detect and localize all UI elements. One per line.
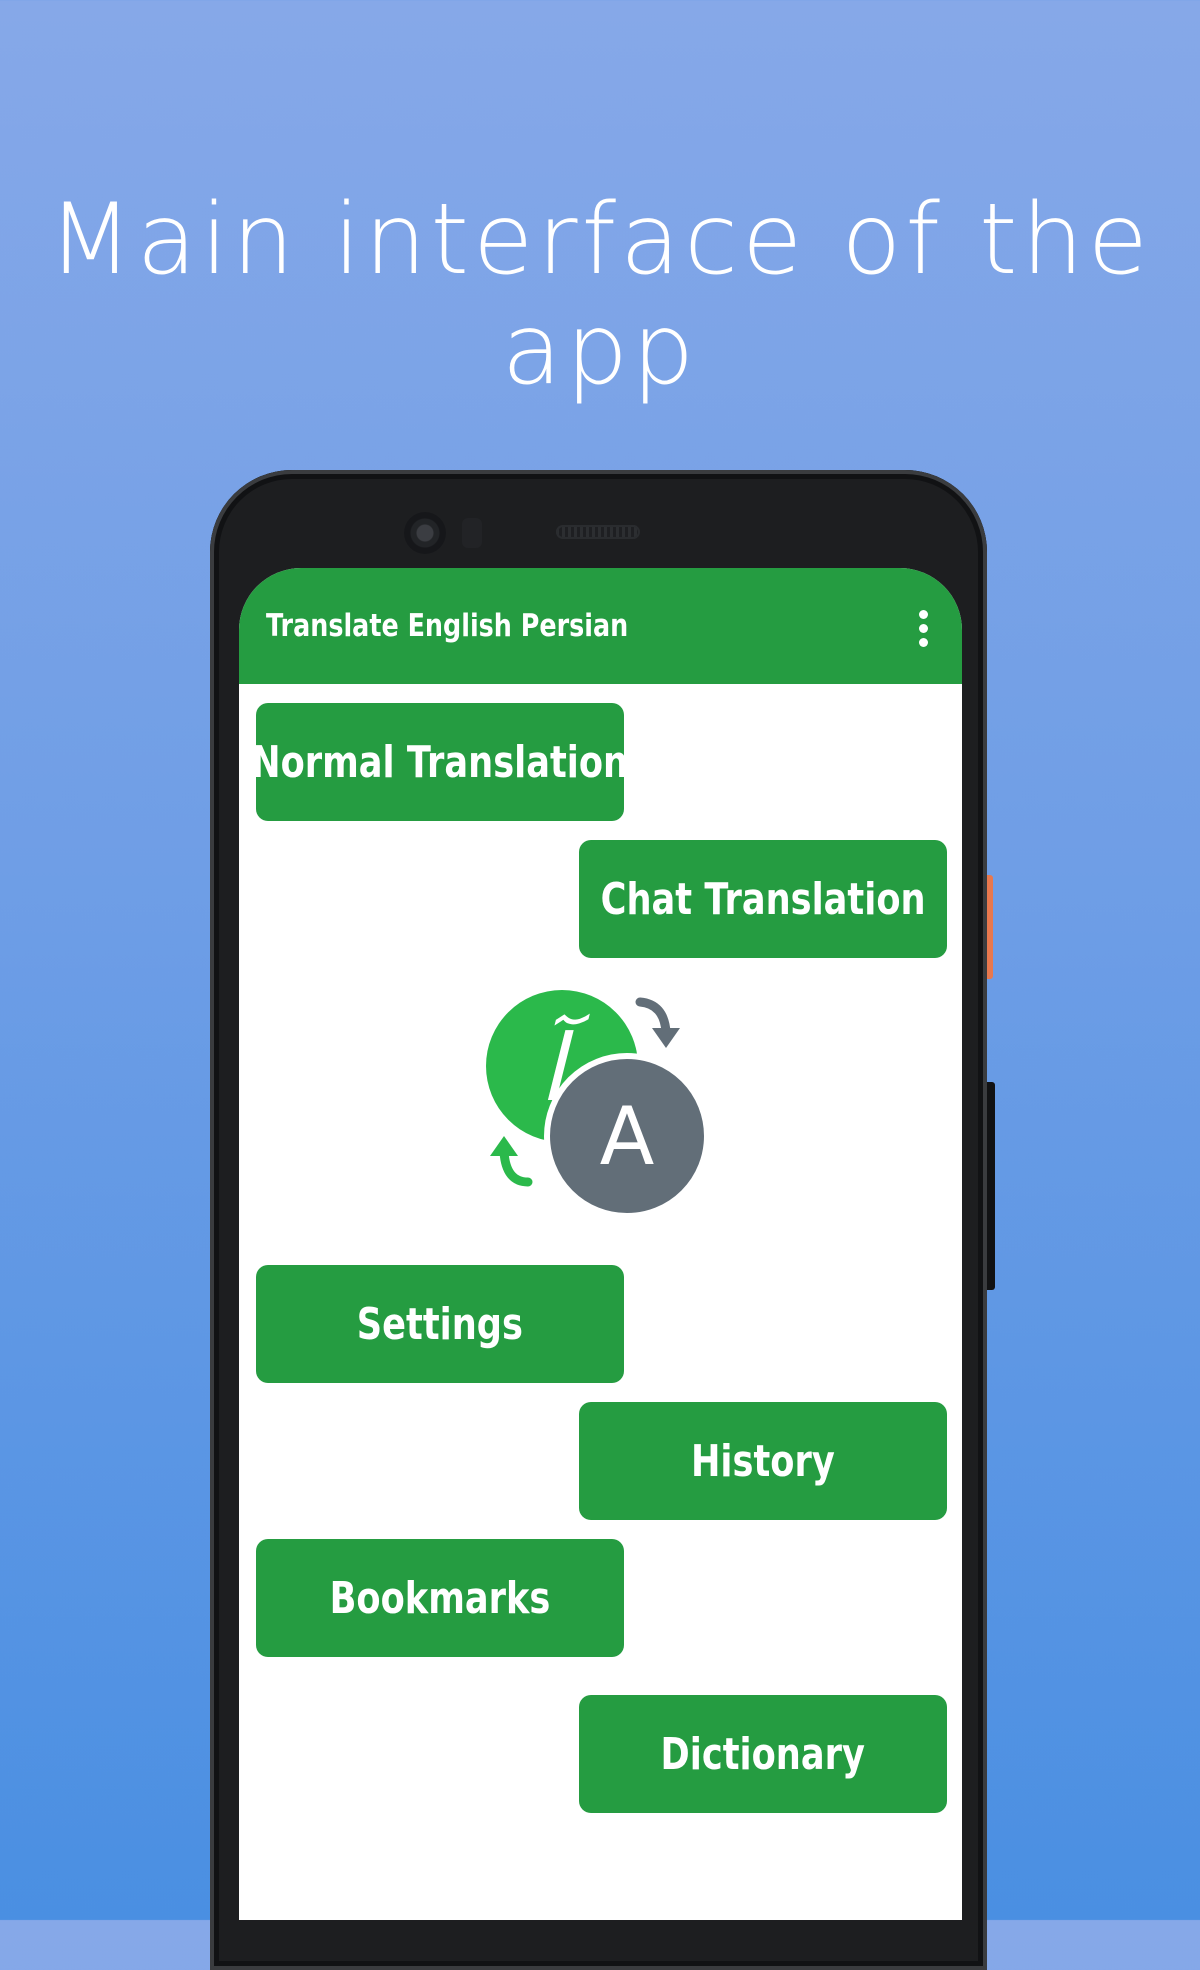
promo-headline: Main interface of the app <box>48 183 1152 407</box>
more-vert-icon-dot <box>919 638 928 647</box>
more-vert-icon-dot <box>919 624 928 633</box>
history-label: History <box>691 1435 835 1487</box>
dictionary-button[interactable]: Dictionary <box>579 1695 947 1813</box>
arrow-up-head <box>490 1136 518 1156</box>
front-camera <box>404 512 446 554</box>
translate-swap-icon: آ A <box>486 990 710 1219</box>
dictionary-label: Dictionary <box>660 1728 866 1780</box>
earpiece-speaker <box>556 525 640 539</box>
normal-translation-label: Normal Translation <box>251 736 629 788</box>
proximity-sensor <box>462 518 482 548</box>
app-title: Translate English Persian <box>266 608 629 644</box>
arrow-down-icon <box>635 997 671 1037</box>
chat-translation-button[interactable]: Chat Translation <box>579 840 947 958</box>
chat-translation-label: Chat Translation <box>600 873 926 925</box>
app-bar: Translate English Persian <box>239 568 962 684</box>
phone-screen: Translate English Persian Normal Transla… <box>239 568 962 1920</box>
normal-translation-button[interactable]: Normal Translation <box>252 703 628 821</box>
arrow-down-head <box>652 1028 680 1048</box>
bookmarks-button[interactable]: Bookmarks <box>256 1539 624 1657</box>
latin-letter: A <box>600 1090 655 1183</box>
more-vert-icon <box>919 610 928 619</box>
bookmarks-label: Bookmarks <box>329 1572 551 1624</box>
history-button[interactable]: History <box>579 1402 947 1520</box>
settings-label: Settings <box>356 1298 524 1350</box>
settings-button[interactable]: Settings <box>256 1265 624 1383</box>
arrow-up-icon <box>499 1147 533 1187</box>
more-options-button[interactable] <box>903 598 943 658</box>
